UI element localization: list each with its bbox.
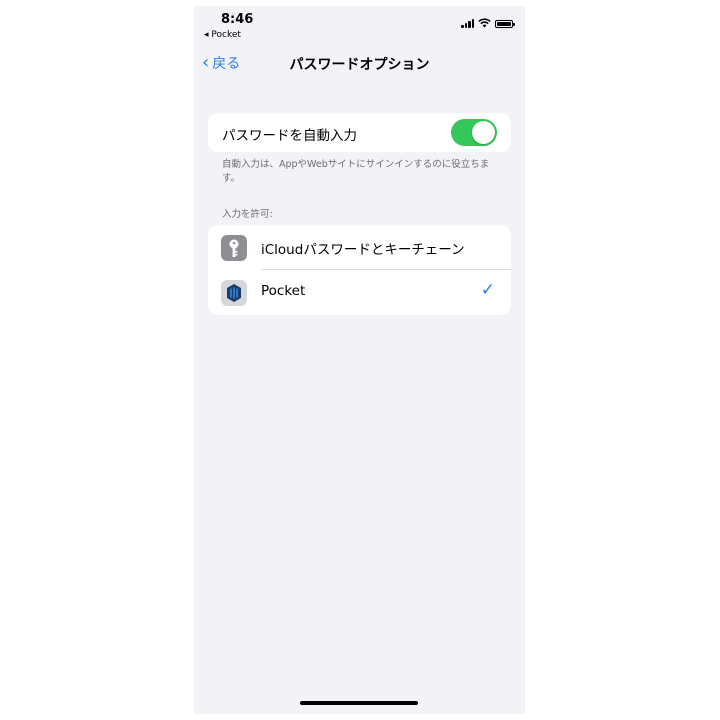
key-icon	[221, 235, 247, 261]
autofill-label: パスワードを自動入力	[222, 128, 357, 144]
allow-section-header: 入力を許可:	[222, 209, 273, 220]
status-time: 8:46	[221, 12, 254, 27]
toggle-knob	[472, 121, 495, 144]
list-item-label: iCloudパスワードとキーチェーン	[261, 242, 465, 258]
cellular-signal-icon	[461, 19, 474, 28]
list-item-label: Pocket	[261, 283, 306, 299]
checkmark-icon: ✓	[480, 280, 495, 300]
phone-screen: 8:46 ◂ Pocket ‹ 戻る パスワードオプション パスワードを自動入力…	[194, 6, 525, 714]
battery-icon	[495, 20, 515, 28]
status-icons	[461, 18, 515, 28]
autofill-card: パスワードを自動入力	[208, 113, 511, 152]
page-title: パスワードオプション	[289, 57, 430, 73]
autofill-footnote: 自動入力は、AppやWebサイトにサインインするのに役立ちます。	[222, 159, 490, 184]
list-item-pocket[interactable]: Pocket ✓	[208, 270, 511, 315]
allow-list: iCloudパスワードとキーチェーン Pocket ✓	[208, 225, 511, 315]
home-indicator[interactable]	[300, 701, 418, 705]
wifi-icon	[478, 18, 491, 28]
list-item-icloud-keychain[interactable]: iCloudパスワードとキーチェーン	[208, 225, 511, 270]
autofill-toggle[interactable]	[451, 119, 497, 146]
back-to-app-link[interactable]: ◂ Pocket	[204, 30, 241, 40]
pocket-app-icon	[221, 280, 247, 306]
